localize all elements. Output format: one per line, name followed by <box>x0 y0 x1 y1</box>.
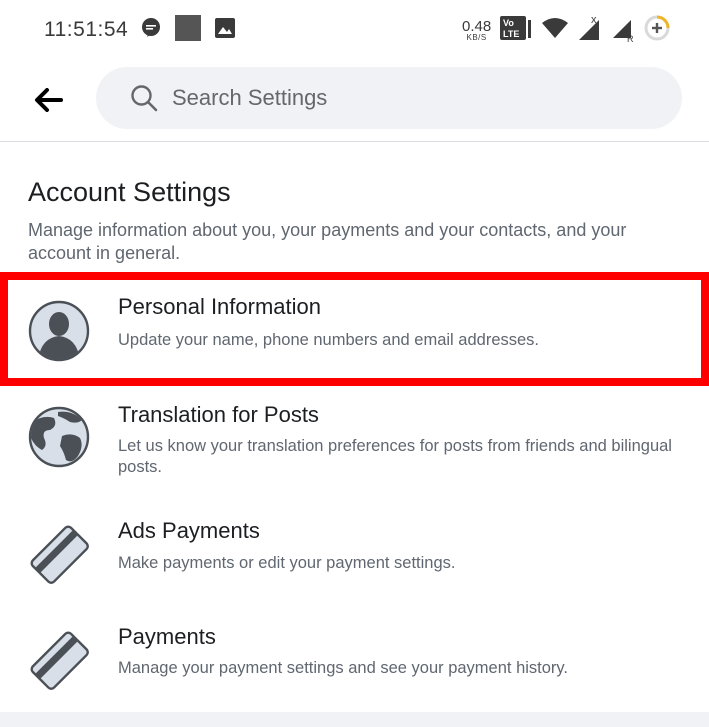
item-subtitle: Manage your payment settings and see you… <box>118 659 569 677</box>
svg-text:x: x <box>591 14 597 26</box>
item-title: Translation for Posts <box>118 402 319 427</box>
credit-card-icon <box>28 629 90 691</box>
section-title: Account Settings <box>28 177 231 207</box>
svg-text:Vo: Vo <box>503 18 514 28</box>
back-button[interactable] <box>24 80 72 120</box>
item-subtitle: Let us know your translation preferences… <box>118 437 672 476</box>
volte-icon: Vo LTE <box>499 15 533 46</box>
signal-icon: x <box>577 14 603 47</box>
section-description: Manage information about you, your payme… <box>28 220 627 263</box>
signal-roaming-icon: R <box>611 14 635 47</box>
settings-item-translation[interactable]: Translation for Posts Let us know your t… <box>0 390 709 500</box>
network-speed-value: 0.48 <box>462 17 492 35</box>
wifi-icon <box>541 17 569 44</box>
search-icon <box>131 85 158 112</box>
item-title: Payments <box>118 624 216 649</box>
item-title: Personal Information <box>118 294 321 319</box>
status-time: 11:51:54 <box>44 18 129 41</box>
status-bar: 11:51:54 0.48 KB/S Vo LTE x R <box>0 0 709 60</box>
settings-item-personal-information[interactable]: Personal Information Update your name, p… <box>0 272 709 386</box>
settings-item-payments[interactable]: Payments Manage your payment settings an… <box>0 612 709 710</box>
chat-bubble-icon <box>140 17 162 44</box>
item-subtitle: Make payments or edit your payment setti… <box>118 554 456 572</box>
svg-text:LTE: LTE <box>503 29 519 39</box>
item-title: Ads Payments <box>118 518 260 543</box>
image-icon <box>214 17 236 44</box>
system-icons: 0.48 KB/S Vo LTE x R <box>462 14 671 46</box>
settings-item-ads-payments[interactable]: Ads Payments Make payments or edit your … <box>0 505 709 605</box>
svg-text:R: R <box>627 34 634 42</box>
network-speed: 0.48 KB/S <box>462 19 491 42</box>
credit-card-icon <box>28 523 90 585</box>
square-notification-icon <box>175 14 201 46</box>
battery-charging-icon <box>643 14 671 47</box>
network-speed-unit: KB/S <box>466 32 487 42</box>
globe-icon <box>28 406 90 468</box>
notification-icons <box>140 14 236 46</box>
settings-header <box>0 60 709 142</box>
search-input[interactable] <box>172 85 652 111</box>
item-subtitle: Update your name, phone numbers and emai… <box>118 331 539 349</box>
search-bar[interactable] <box>96 67 682 129</box>
person-icon <box>28 300 90 362</box>
bottom-divider <box>0 712 709 727</box>
arrow-left-icon <box>35 88 63 112</box>
